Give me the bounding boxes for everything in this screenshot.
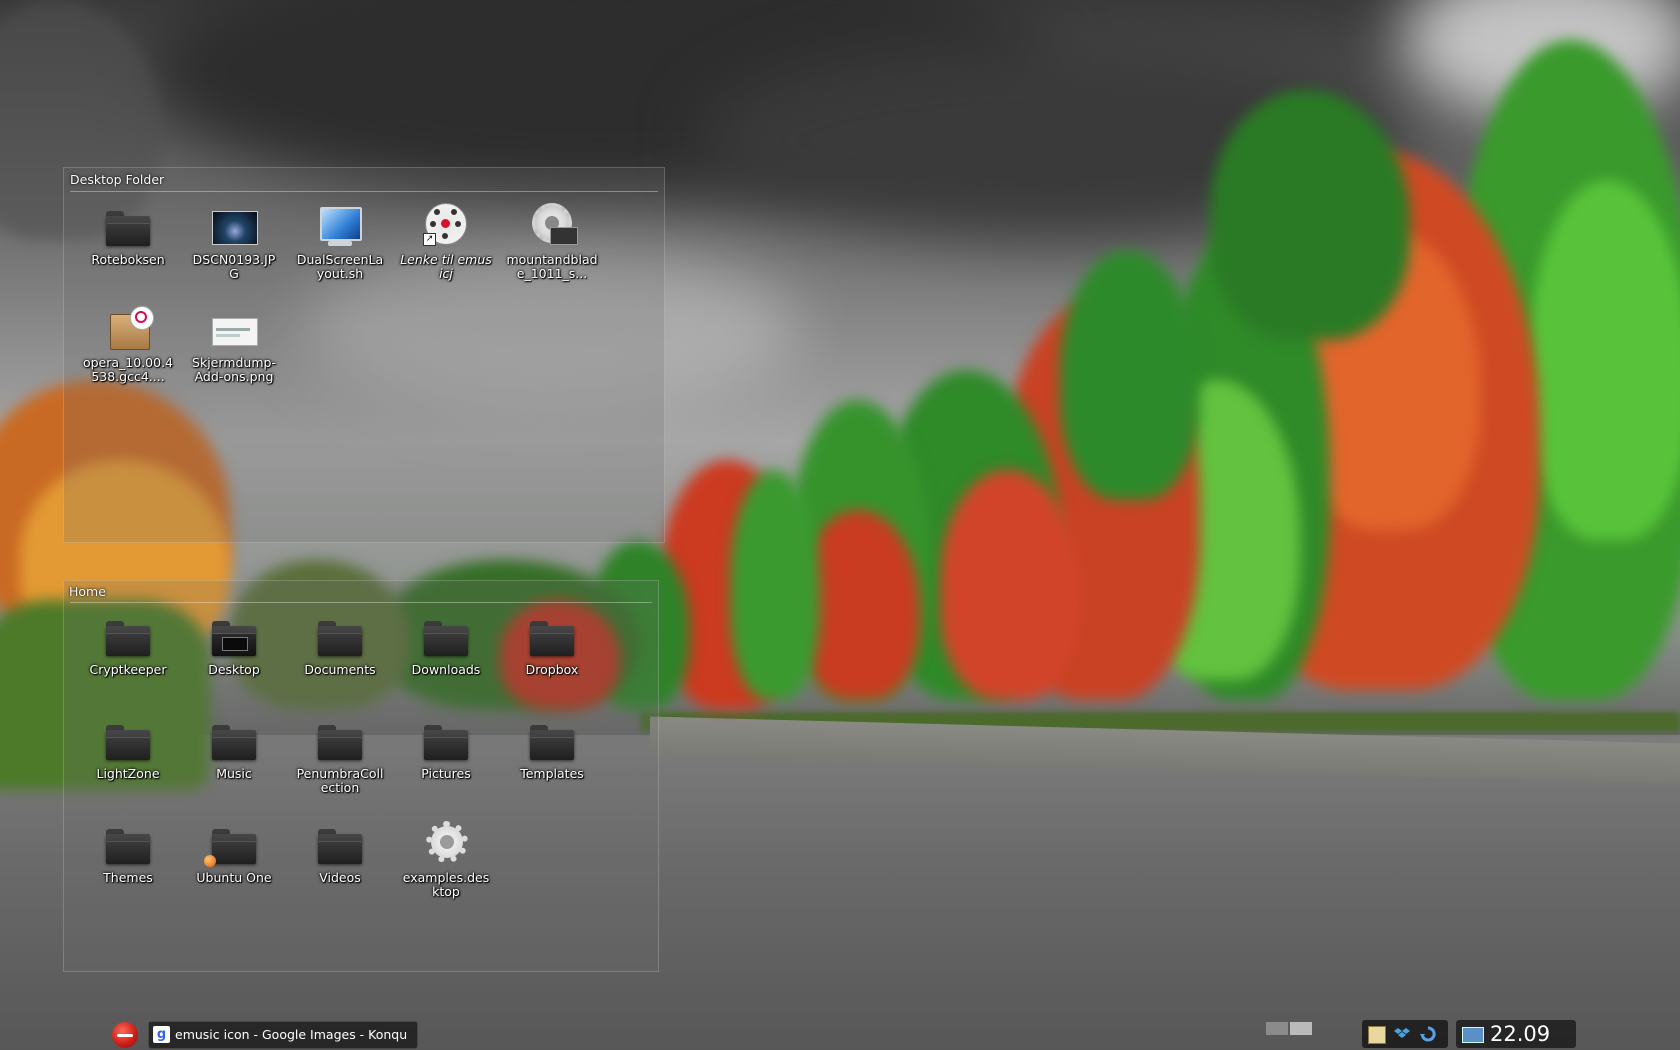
file-label: mountandblade_1011_s... [506, 252, 598, 281]
executable-gear-icon [526, 203, 578, 247]
monitor-script-icon [314, 203, 366, 247]
folder-item-downloads[interactable]: Downloads [396, 613, 496, 677]
folder-item-cryptkeeper[interactable]: Cryptkeeper [78, 613, 178, 677]
folder-label: Templates [520, 766, 584, 781]
folder-label: Videos [319, 870, 361, 885]
folder-item-music[interactable]: Music [184, 717, 284, 781]
folder-icon [424, 725, 468, 760]
file-item-emusicj-link[interactable]: ↗ Lenke til emusicj [396, 203, 496, 281]
update-notifier-icon[interactable] [1420, 1026, 1436, 1042]
task-label: emusic icon - Google Images - Konqu [175, 1027, 408, 1042]
folder-label: Documents [304, 662, 376, 677]
file-label: DualScreenLayout.sh [296, 252, 384, 281]
file-label: DSCN0193.JPG [192, 252, 276, 281]
folder-label: Ubuntu One [196, 870, 272, 885]
file-label: Skjermdump-Add-ons.png [192, 355, 276, 384]
klipper-clipboard-icon[interactable] [1368, 1026, 1386, 1044]
clock-widget[interactable]: 22.09 [1456, 1020, 1576, 1048]
folder-icon [212, 725, 256, 760]
file-item-roteboksen[interactable]: Roteboksen [78, 203, 178, 267]
pager-desktop-1[interactable] [1266, 1022, 1288, 1035]
file-item-dscn0193[interactable]: DSCN0193.JPG [184, 203, 284, 281]
screenshot-thumbnail-icon [208, 306, 260, 350]
folder-label: Cryptkeeper [89, 662, 167, 677]
folder-item-templates[interactable]: Templates [502, 717, 602, 781]
file-label: Lenke til emusicj [400, 252, 492, 281]
gear-icon [420, 821, 472, 865]
file-item-skjermdump[interactable]: Skjermdump-Add-ons.png [184, 306, 284, 384]
folder-icon [106, 211, 150, 246]
dropbox-icon[interactable] [1394, 1026, 1410, 1042]
folder-icon [106, 725, 150, 760]
folder-item-documents[interactable]: Documents [290, 613, 390, 677]
folder-item-themes[interactable]: Themes [78, 821, 178, 885]
folder-label: Dropbox [525, 662, 579, 677]
folder-icon [318, 725, 362, 760]
pager-desktop-2[interactable] [1290, 1022, 1312, 1035]
desktop-folder-icon [212, 621, 256, 656]
folder-item-dropbox[interactable]: Dropbox [502, 613, 602, 677]
folder-item-videos[interactable]: Videos [290, 821, 390, 885]
folder-icon [424, 621, 468, 656]
folder-item-desktop[interactable]: Desktop [184, 613, 284, 677]
folder-label: Pictures [421, 766, 471, 781]
file-item-mountandblade[interactable]: mountandblade_1011_s... [502, 203, 602, 281]
folder-icon [106, 829, 150, 864]
file-item-opera-deb[interactable]: opera_10.00.4538.gcc4.... [78, 306, 178, 384]
clock-time: 22.09 [1490, 1022, 1551, 1046]
folder-label: Desktop [208, 662, 260, 677]
image-thumbnail-icon [208, 203, 260, 247]
desktop-folder-view[interactable]: Desktop Folder Roteboksen DSCN0193.JPG D… [63, 167, 665, 543]
file-label: opera_10.00.4538.gcc4.... [82, 355, 174, 384]
emusic-link-icon: ↗ [420, 203, 472, 247]
file-item-dualscreenlayout[interactable]: DualScreenLayout.sh [290, 203, 390, 281]
folder-label: Downloads [411, 662, 481, 677]
folder-icon [318, 621, 362, 656]
display-icon[interactable] [1462, 1027, 1484, 1043]
folder-item-lightzone[interactable]: LightZone [78, 717, 178, 781]
panel-divider [70, 602, 652, 603]
folder-item-pictures[interactable]: Pictures [396, 717, 496, 781]
file-label: examples.desktop [402, 870, 490, 899]
home-folder-title: Home [69, 584, 106, 599]
desktop-pager[interactable] [1266, 1022, 1314, 1036]
folder-icon [530, 621, 574, 656]
folder-label: Music [216, 766, 252, 781]
deb-package-icon [102, 306, 154, 350]
file-label: Roteboksen [91, 252, 165, 267]
folder-icon [530, 725, 574, 760]
folder-label: PenumbraCollection [296, 766, 384, 795]
link-arrow-icon: ↗ [423, 233, 436, 246]
desktop-folder-title: Desktop Folder [70, 172, 165, 187]
folder-icon [106, 621, 150, 656]
file-item-examples-desktop[interactable]: examples.desktop [396, 821, 496, 899]
folder-label: Themes [103, 870, 153, 885]
panel-divider [70, 191, 658, 192]
ubuntu-one-folder-icon [204, 829, 256, 867]
folder-icon [318, 829, 362, 864]
folder-item-penumbracollection[interactable]: PenumbraCollection [290, 717, 390, 795]
folder-item-ubuntu-one[interactable]: Ubuntu One [184, 821, 284, 885]
home-folder-view[interactable]: Home Cryptkeeper Desktop Documents Downl… [63, 580, 659, 972]
system-tray [1362, 1020, 1448, 1048]
folder-label: LightZone [96, 766, 160, 781]
google-icon: g [153, 1026, 170, 1043]
task-button-konqueror[interactable]: g emusic icon - Google Images - Konqu [148, 1021, 418, 1049]
kde-menu-icon[interactable] [112, 1022, 138, 1048]
